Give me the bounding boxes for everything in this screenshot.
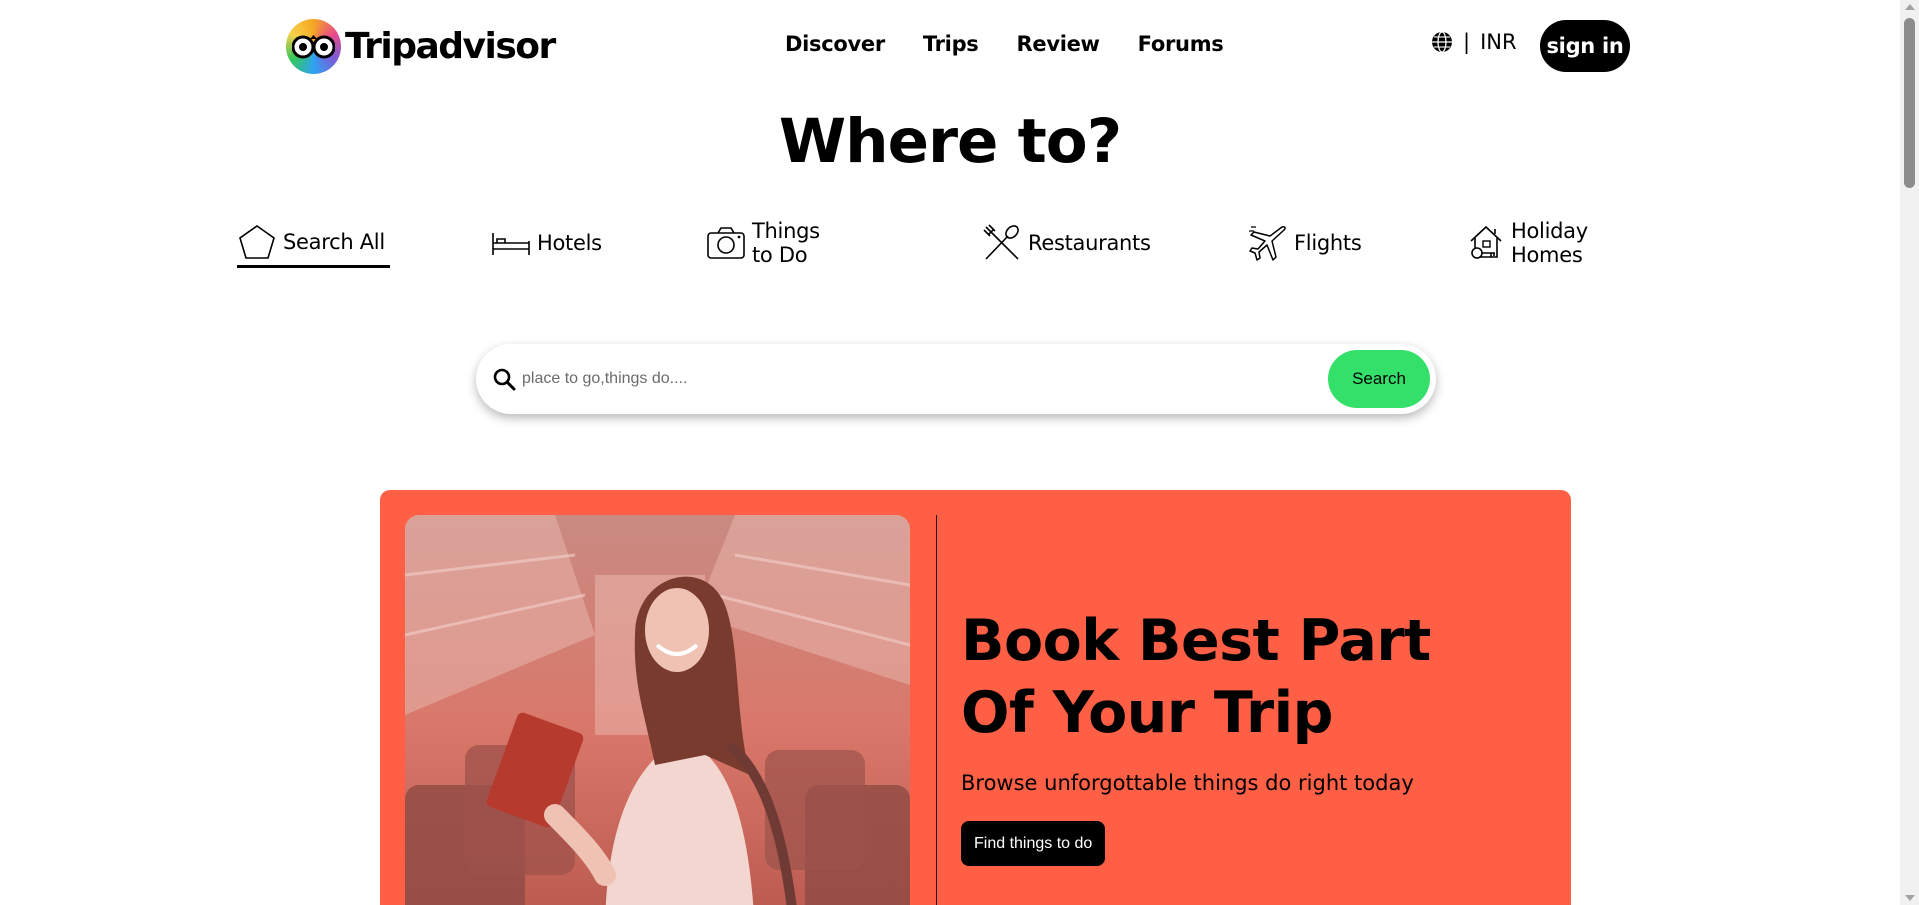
nav-trips[interactable]: Trips	[923, 32, 979, 56]
tab-label: Restaurants	[1028, 231, 1151, 255]
tab-things-to-do[interactable]: Things to Do	[706, 218, 820, 268]
tab-flights[interactable]: Flights	[1248, 218, 1362, 268]
logo[interactable]: Tripadvisor	[286, 19, 556, 74]
promo-divider	[936, 515, 937, 905]
tab-holiday-homes[interactable]: Holiday Homes	[1467, 218, 1588, 268]
nav-forums[interactable]: Forums	[1138, 32, 1224, 56]
tab-label: Holiday Homes	[1511, 219, 1588, 267]
search-button[interactable]: Search	[1328, 350, 1430, 408]
tab-label: Flights	[1294, 231, 1362, 255]
tab-label: Hotels	[537, 231, 602, 255]
search-input[interactable]	[522, 370, 1302, 388]
promo-card: Book Best Part Of Your Trip Browse unfor…	[380, 490, 1571, 905]
tab-search-all[interactable]: Search All	[237, 218, 390, 268]
tab-hotels[interactable]: Hotels	[491, 218, 602, 268]
site-header: Tripadvisor Discover Trips Review Forums…	[0, 0, 1900, 92]
currency-selector[interactable]: | INR	[1431, 30, 1517, 54]
camera-icon	[707, 227, 745, 259]
nav-review[interactable]: Review	[1017, 32, 1100, 56]
locale-separator: |	[1463, 30, 1471, 54]
tab-label: Search All	[283, 229, 385, 254]
owl-logo-icon	[286, 19, 341, 74]
currency-label: INR	[1480, 30, 1517, 54]
tab-label: Things to Do	[752, 219, 820, 267]
promo-subtitle: Browse unforgottable things do right tod…	[961, 771, 1414, 795]
sign-in-button[interactable]: sign in	[1540, 20, 1630, 72]
tab-restaurants[interactable]: Restaurants	[982, 218, 1151, 268]
logo-text: Tripadvisor	[345, 26, 556, 67]
search-bar: Search	[476, 344, 1436, 414]
page-scrollbar[interactable]	[1900, 0, 1919, 905]
fork-spoon-icon	[983, 224, 1019, 260]
main-nav: Discover Trips Review Forums	[785, 32, 1224, 56]
scroll-down-arrow-icon[interactable]	[1905, 895, 1915, 901]
pentagon-icon	[239, 224, 275, 259]
promo-image	[405, 515, 910, 905]
page-title: Where to?	[778, 106, 1122, 177]
scroll-thumb[interactable]	[1904, 18, 1915, 188]
house-key-icon	[1470, 225, 1502, 259]
bed-icon	[492, 233, 530, 255]
scroll-up-arrow-icon[interactable]	[1905, 4, 1915, 10]
search-icon	[493, 368, 516, 391]
find-things-button[interactable]: Find things to do	[961, 821, 1106, 866]
plane-icon	[1249, 226, 1286, 261]
nav-discover[interactable]: Discover	[785, 32, 885, 56]
promo-title: Book Best Part Of Your Trip	[961, 608, 1431, 746]
globe-icon	[1432, 31, 1452, 53]
